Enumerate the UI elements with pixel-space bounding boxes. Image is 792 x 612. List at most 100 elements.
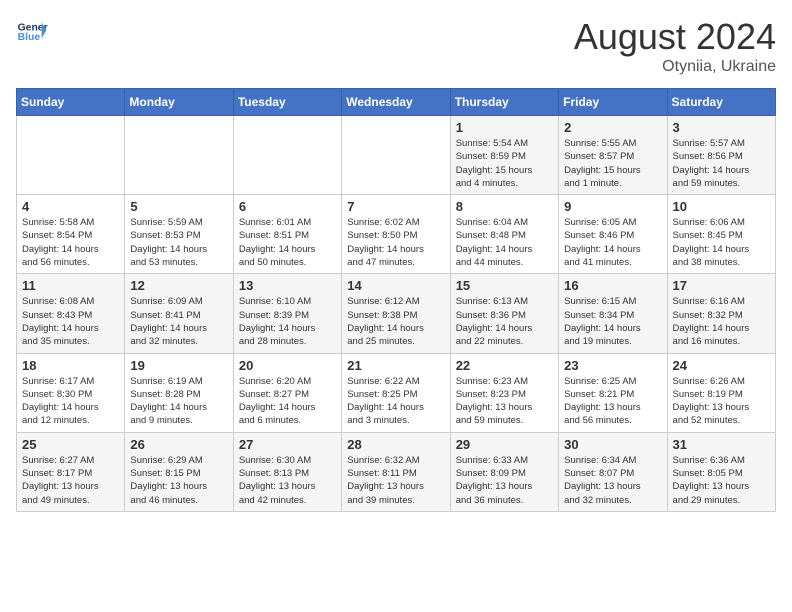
day-info: Sunrise: 6:12 AM Sunset: 8:38 PM Dayligh… [347,295,444,348]
week-row-1: 1 Sunrise: 5:54 AM Sunset: 8:59 PM Daylig… [17,116,776,195]
day-number: 21 [347,358,444,373]
day-info: Sunrise: 6:22 AM Sunset: 8:25 PM Dayligh… [347,375,444,428]
day-cell-24: 21 Sunrise: 6:22 AM Sunset: 8:25 PM Dayli… [342,353,450,432]
week-row-3: 11Sunrise: 6:08 AM Sunset: 8:43 PM Dayli… [17,274,776,353]
day-number: 23 [564,358,661,373]
day-number: 25 [22,437,119,452]
day-number: 27 [239,437,336,452]
week-row-4: 18Sunrise: 6:17 AM Sunset: 8:30 PM Dayli… [17,353,776,432]
calendar-header-row: SundayMondayTuesdayWednesdayThursdayFrid… [17,89,776,116]
day-cell-21: 18Sunrise: 6:17 AM Sunset: 8:30 PM Dayli… [17,353,125,432]
day-number: 10 [673,199,770,214]
day-info: Sunrise: 6:01 AM Sunset: 8:51 PM Dayligh… [239,216,336,269]
day-cell-18: 15 Sunrise: 6:13 AM Sunset: 8:36 PM Dayli… [450,274,558,353]
day-cell-9: 6 Sunrise: 6:01 AM Sunset: 8:51 PM Daylig… [233,195,341,274]
day-cell-34: 31 Sunrise: 6:36 AM Sunset: 8:05 PM Dayli… [667,432,775,511]
header-cell-sunday: Sunday [17,89,125,116]
day-number: 9 [564,199,661,214]
day-cell-14: 11Sunrise: 6:08 AM Sunset: 8:43 PM Dayli… [17,274,125,353]
day-number: 5 [130,199,227,214]
day-number: 29 [456,437,553,452]
day-info: Sunrise: 6:04 AM Sunset: 8:48 PM Dayligh… [456,216,553,269]
day-info: Sunrise: 6:09 AM Sunset: 8:41 PM Dayligh… [130,295,227,348]
day-number: 24 [673,358,770,373]
day-info: Sunrise: 5:58 AM Sunset: 8:54 PM Dayligh… [22,216,119,269]
day-info: Sunrise: 6:29 AM Sunset: 8:15 PM Dayligh… [130,454,227,507]
location: Otyniia, Ukraine [574,58,776,76]
day-cell-10: 7Sunrise: 6:02 AM Sunset: 8:50 PM Daylig… [342,195,450,274]
day-number: 13 [239,278,336,293]
day-cell-2 [233,116,341,195]
day-cell-16: 13 Sunrise: 6:10 AM Sunset: 8:39 PM Dayli… [233,274,341,353]
day-cell-29: 26 Sunrise: 6:29 AM Sunset: 8:15 PM Dayli… [125,432,233,511]
day-info: Sunrise: 6:16 AM Sunset: 8:32 PM Dayligh… [673,295,770,348]
day-info: Sunrise: 6:30 AM Sunset: 8:13 PM Dayligh… [239,454,336,507]
day-cell-11: 8 Sunrise: 6:04 AM Sunset: 8:48 PM Daylig… [450,195,558,274]
day-cell-6: 3Sunrise: 5:57 AM Sunset: 8:56 PM Daylig… [667,116,775,195]
day-number: 14 [347,278,444,293]
day-cell-30: 27 Sunrise: 6:30 AM Sunset: 8:13 PM Dayli… [233,432,341,511]
day-cell-28: 25 Sunrise: 6:27 AM Sunset: 8:17 PM Dayli… [17,432,125,511]
day-number: 28 [347,437,444,452]
logo: General Blue [16,16,48,48]
day-cell-4: 1 Sunrise: 5:54 AM Sunset: 8:59 PM Daylig… [450,116,558,195]
day-info: Sunrise: 6:33 AM Sunset: 8:09 PM Dayligh… [456,454,553,507]
header-cell-tuesday: Tuesday [233,89,341,116]
day-info: Sunrise: 6:23 AM Sunset: 8:23 PM Dayligh… [456,375,553,428]
day-number: 20 [239,358,336,373]
day-info: Sunrise: 6:05 AM Sunset: 8:46 PM Dayligh… [564,216,661,269]
day-info: Sunrise: 6:26 AM Sunset: 8:19 PM Dayligh… [673,375,770,428]
header-cell-friday: Friday [559,89,667,116]
day-info: Sunrise: 6:06 AM Sunset: 8:45 PM Dayligh… [673,216,770,269]
day-info: Sunrise: 6:32 AM Sunset: 8:11 PM Dayligh… [347,454,444,507]
week-row-5: 25 Sunrise: 6:27 AM Sunset: 8:17 PM Dayli… [17,432,776,511]
day-number: 3 [673,120,770,135]
day-info: Sunrise: 5:59 AM Sunset: 8:53 PM Dayligh… [130,216,227,269]
day-number: 17 [673,278,770,293]
title-block: August 2024 Otyniia, Ukraine [574,16,776,76]
week-row-2: 4Sunrise: 5:58 AM Sunset: 8:54 PM Daylig… [17,195,776,274]
day-cell-31: 28 Sunrise: 6:32 AM Sunset: 8:11 PM Dayli… [342,432,450,511]
day-cell-22: 19 Sunrise: 6:19 AM Sunset: 8:28 PM Dayli… [125,353,233,432]
page-header: General Blue August 2024 Otyniia, Ukrain… [16,16,776,76]
day-cell-1 [125,116,233,195]
day-number: 1 [456,120,553,135]
day-number: 8 [456,199,553,214]
svg-text:Blue: Blue [18,32,41,43]
logo-icon: General Blue [16,16,48,48]
day-cell-23: 20 Sunrise: 6:20 AM Sunset: 8:27 PM Dayli… [233,353,341,432]
month-year: August 2024 [574,16,776,58]
day-number: 6 [239,199,336,214]
calendar-body: 1 Sunrise: 5:54 AM Sunset: 8:59 PM Daylig… [17,116,776,512]
day-number: 2 [564,120,661,135]
day-info: Sunrise: 6:25 AM Sunset: 8:21 PM Dayligh… [564,375,661,428]
day-number: 19 [130,358,227,373]
day-info: Sunrise: 6:10 AM Sunset: 8:39 PM Dayligh… [239,295,336,348]
day-info: Sunrise: 6:13 AM Sunset: 8:36 PM Dayligh… [456,295,553,348]
day-number: 22 [456,358,553,373]
day-number: 15 [456,278,553,293]
day-cell-17: 14 Sunrise: 6:12 AM Sunset: 8:38 PM Dayli… [342,274,450,353]
day-info: Sunrise: 6:15 AM Sunset: 8:34 PM Dayligh… [564,295,661,348]
day-info: Sunrise: 6:36 AM Sunset: 8:05 PM Dayligh… [673,454,770,507]
day-info: Sunrise: 6:08 AM Sunset: 8:43 PM Dayligh… [22,295,119,348]
day-cell-19: 16 Sunrise: 6:15 AM Sunset: 8:34 PM Dayli… [559,274,667,353]
day-number: 12 [130,278,227,293]
calendar-table: SundayMondayTuesdayWednesdayThursdayFrid… [16,88,776,512]
day-number: 31 [673,437,770,452]
day-number: 16 [564,278,661,293]
day-cell-20: 17 Sunrise: 6:16 AM Sunset: 8:32 PM Dayli… [667,274,775,353]
day-cell-8: 5 Sunrise: 5:59 AM Sunset: 8:53 PM Daylig… [125,195,233,274]
header-cell-saturday: Saturday [667,89,775,116]
header-cell-monday: Monday [125,89,233,116]
day-info: Sunrise: 6:19 AM Sunset: 8:28 PM Dayligh… [130,375,227,428]
header-cell-thursday: Thursday [450,89,558,116]
day-cell-32: 29 Sunrise: 6:33 AM Sunset: 8:09 PM Dayli… [450,432,558,511]
day-cell-25: 22 Sunrise: 6:23 AM Sunset: 8:23 PM Dayli… [450,353,558,432]
day-info: Sunrise: 6:27 AM Sunset: 8:17 PM Dayligh… [22,454,119,507]
day-number: 26 [130,437,227,452]
day-info: Sunrise: 5:54 AM Sunset: 8:59 PM Dayligh… [456,137,553,190]
day-info: Sunrise: 6:20 AM Sunset: 8:27 PM Dayligh… [239,375,336,428]
day-info: Sunrise: 6:02 AM Sunset: 8:50 PM Dayligh… [347,216,444,269]
day-cell-5: 2Sunrise: 5:55 AM Sunset: 8:57 PM Daylig… [559,116,667,195]
